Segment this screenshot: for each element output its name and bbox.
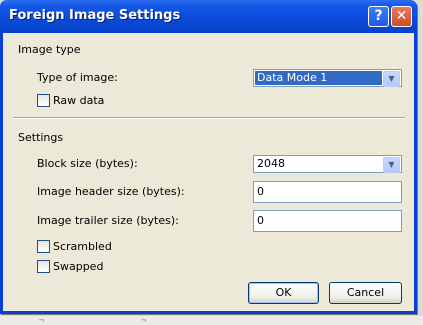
swapped-checkbox[interactable]	[37, 260, 50, 273]
image-type-heading: Image type	[18, 43, 81, 56]
swapped-label[interactable]: Swapped	[53, 260, 103, 273]
title-bar[interactable]: Foreign Image Settings ? ✕	[0, 0, 417, 33]
dialog-client-area: Image type Type of image: Data Mode 1 ▼ …	[3, 33, 414, 311]
image-trailer-size-label: Image trailer size (bytes):	[37, 214, 179, 227]
dialog-title: Foreign Image Settings	[9, 8, 181, 23]
image-header-size-label: Image header size (bytes):	[37, 185, 185, 198]
image-header-size-input[interactable]: 0	[253, 181, 402, 203]
help-icon: ?	[374, 8, 383, 24]
scrambled-checkbox[interactable]	[37, 240, 50, 253]
cancel-button[interactable]: Cancel	[329, 282, 402, 304]
block-size-select[interactable]: 2048 ▼	[253, 155, 402, 173]
dialog-window: Foreign Image Settings ? ✕ Image type Ty…	[0, 0, 417, 314]
close-icon: ✕	[395, 8, 408, 24]
raw-data-checkbox[interactable]	[37, 94, 50, 107]
type-of-image-value: Data Mode 1	[255, 71, 382, 85]
background-fragment: ¬	[38, 316, 45, 325]
type-of-image-label: Type of image:	[37, 71, 118, 84]
scrambled-label[interactable]: Scrambled	[53, 240, 112, 253]
ok-button[interactable]: OK	[248, 282, 319, 304]
group-divider	[13, 117, 405, 119]
settings-heading: Settings	[18, 131, 64, 144]
background-window-strip: ¬ ¬	[0, 316, 423, 325]
chevron-down-icon[interactable]: ▼	[383, 157, 400, 173]
raw-data-label[interactable]: Raw data	[53, 94, 104, 107]
block-size-value: 2048	[257, 157, 285, 170]
image-trailer-size-input[interactable]: 0	[253, 210, 402, 232]
chevron-down-icon[interactable]: ▼	[383, 71, 400, 87]
type-of-image-select[interactable]: Data Mode 1 ▼	[253, 69, 402, 87]
block-size-label: Block size (bytes):	[37, 157, 138, 170]
background-fragment: ¬	[140, 316, 147, 325]
help-button[interactable]: ?	[368, 6, 389, 27]
close-button[interactable]: ✕	[391, 6, 412, 27]
